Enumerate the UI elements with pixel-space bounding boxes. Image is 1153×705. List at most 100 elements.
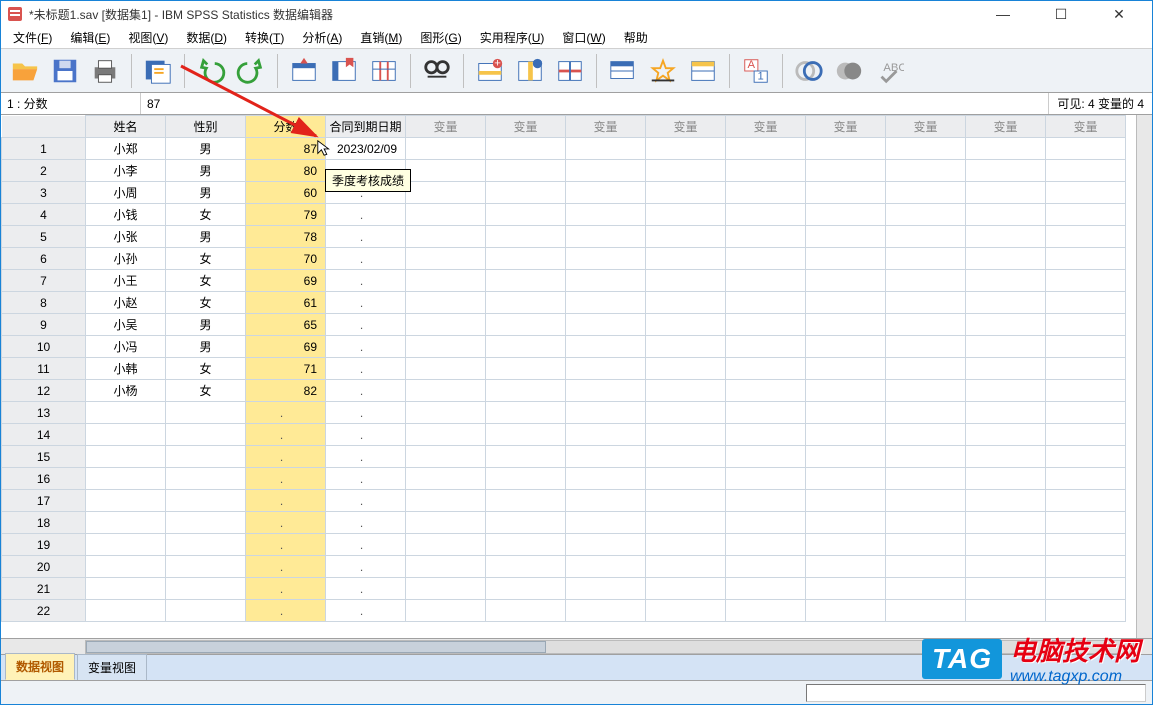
cell[interactable] [726, 292, 806, 314]
cell[interactable] [966, 226, 1046, 248]
cell[interactable]: . [246, 424, 326, 446]
cell[interactable]: 小李 [86, 160, 166, 182]
cell[interactable] [86, 534, 166, 556]
cell[interactable] [86, 424, 166, 446]
cell[interactable] [86, 512, 166, 534]
cell[interactable] [966, 292, 1046, 314]
cell[interactable] [646, 270, 726, 292]
cell[interactable] [886, 512, 966, 534]
cell[interactable] [406, 182, 486, 204]
cell[interactable] [966, 160, 1046, 182]
cell[interactable] [406, 490, 486, 512]
cell[interactable] [406, 534, 486, 556]
cell[interactable] [1046, 182, 1126, 204]
cell[interactable] [1046, 446, 1126, 468]
cell[interactable] [406, 314, 486, 336]
cell[interactable] [726, 380, 806, 402]
cell[interactable]: 女 [166, 358, 246, 380]
cell[interactable] [806, 578, 886, 600]
column-header[interactable]: 变量 [406, 116, 486, 138]
cell[interactable] [486, 490, 566, 512]
cell[interactable]: 82 [246, 380, 326, 402]
cell[interactable] [966, 204, 1046, 226]
cell[interactable] [886, 204, 966, 226]
cell[interactable]: 小孙 [86, 248, 166, 270]
cell[interactable] [966, 490, 1046, 512]
variables-icon[interactable] [366, 53, 402, 89]
cell[interactable] [646, 534, 726, 556]
cell[interactable] [406, 358, 486, 380]
cell[interactable] [1046, 402, 1126, 424]
cell[interactable]: 小冯 [86, 336, 166, 358]
cell[interactable]: . [326, 556, 406, 578]
menu-窗口[interactable]: 窗口(W) [556, 27, 611, 48]
cell[interactable]: . [246, 556, 326, 578]
select-cases-icon[interactable] [645, 53, 681, 89]
cell[interactable]: 79 [246, 204, 326, 226]
cell[interactable]: . [326, 490, 406, 512]
cell[interactable] [486, 248, 566, 270]
cell[interactable]: 男 [166, 138, 246, 160]
cell[interactable] [1046, 138, 1126, 160]
cell[interactable] [966, 336, 1046, 358]
cell[interactable] [566, 314, 646, 336]
print-icon[interactable] [87, 53, 123, 89]
row-header[interactable]: 4 [2, 204, 86, 226]
cell[interactable]: 70 [246, 248, 326, 270]
cell[interactable] [806, 512, 886, 534]
cell[interactable] [966, 468, 1046, 490]
cell[interactable] [646, 556, 726, 578]
cell[interactable]: . [326, 314, 406, 336]
close-button[interactable]: ✕ [1104, 4, 1134, 24]
cell[interactable] [806, 424, 886, 446]
cell[interactable] [1046, 534, 1126, 556]
cell[interactable] [886, 138, 966, 160]
cell[interactable]: . [246, 490, 326, 512]
cell[interactable] [726, 138, 806, 160]
cell[interactable] [566, 270, 646, 292]
menu-数据[interactable]: 数据(D) [180, 27, 233, 48]
menu-文件[interactable]: 文件(F) [7, 27, 58, 48]
cell[interactable] [566, 468, 646, 490]
cell-value-input[interactable]: 87 [141, 93, 1048, 114]
cell[interactable] [886, 160, 966, 182]
open-icon[interactable] [7, 53, 43, 89]
cell[interactable] [1046, 314, 1126, 336]
cell[interactable] [486, 314, 566, 336]
cell[interactable] [166, 490, 246, 512]
row-header[interactable]: 11 [2, 358, 86, 380]
cell[interactable] [166, 446, 246, 468]
cell[interactable] [646, 204, 726, 226]
cell[interactable] [566, 402, 646, 424]
cell[interactable] [886, 600, 966, 622]
cell[interactable] [1046, 468, 1126, 490]
cell[interactable] [646, 248, 726, 270]
cell[interactable] [966, 138, 1046, 160]
cell[interactable] [646, 314, 726, 336]
menu-视图[interactable]: 视图(V) [122, 27, 174, 48]
cell[interactable] [406, 402, 486, 424]
cell[interactable]: 60 [246, 182, 326, 204]
find-icon[interactable] [419, 53, 455, 89]
minimize-button[interactable]: — [988, 4, 1018, 24]
cell[interactable]: 71 [246, 358, 326, 380]
show-selected-icon[interactable] [831, 53, 867, 89]
cell[interactable]: 87 [246, 138, 326, 160]
insert-case-icon[interactable]: + [472, 53, 508, 89]
cell[interactable] [806, 358, 886, 380]
cell[interactable] [566, 248, 646, 270]
menu-编辑[interactable]: 编辑(E) [64, 27, 116, 48]
cell[interactable] [166, 424, 246, 446]
cell[interactable]: . [246, 600, 326, 622]
cell[interactable] [566, 204, 646, 226]
undo-icon[interactable] [193, 53, 229, 89]
column-header[interactable]: 合同到期日期 [326, 116, 406, 138]
cell[interactable] [1046, 556, 1126, 578]
cell[interactable] [1046, 424, 1126, 446]
cell[interactable]: . [246, 578, 326, 600]
cell[interactable] [406, 600, 486, 622]
cell[interactable] [726, 182, 806, 204]
save-icon[interactable] [47, 53, 83, 89]
row-header[interactable]: 15 [2, 446, 86, 468]
cell[interactable] [486, 380, 566, 402]
